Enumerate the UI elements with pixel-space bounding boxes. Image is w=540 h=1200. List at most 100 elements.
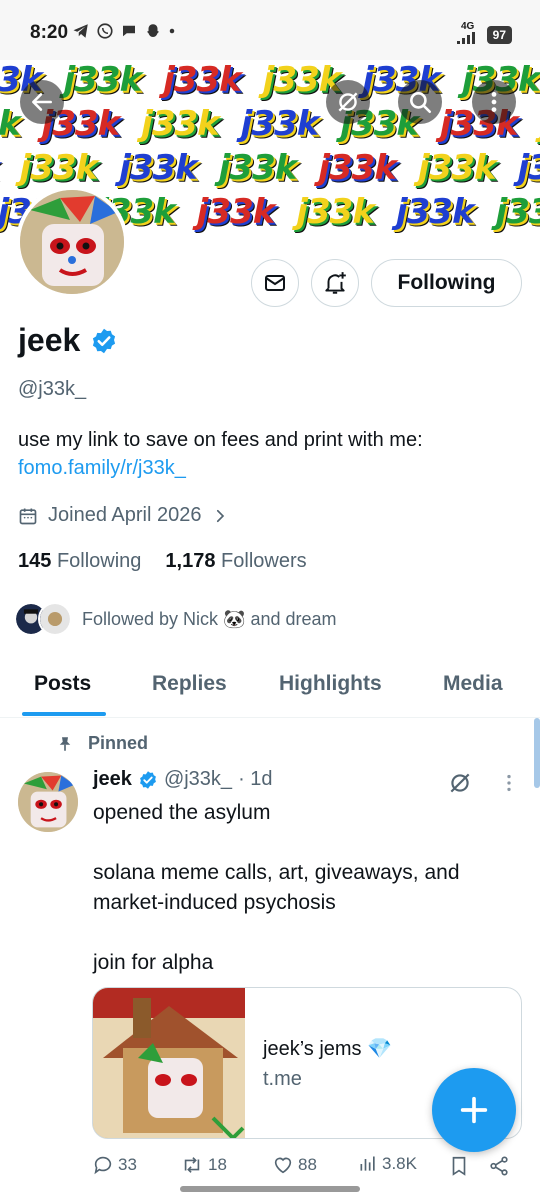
gesture-home-bar[interactable] [180, 1186, 360, 1192]
compose-post-button[interactable] [432, 1068, 516, 1152]
notification-icons [72, 22, 176, 40]
tab-highlights[interactable]: Highlights [279, 672, 382, 696]
post-more-options-icon[interactable] [498, 772, 520, 794]
banner-logo-text: j33k [296, 192, 375, 232]
battery-indicator: 97 [486, 25, 512, 44]
tab-media[interactable]: Media [443, 672, 503, 696]
followed-by-text: Followed by Nick 🐼 and dream [82, 608, 337, 629]
more-notifications-dot-icon [169, 28, 175, 34]
profile-avatar[interactable] [16, 186, 128, 298]
message-button[interactable] [251, 259, 299, 307]
tab-replies[interactable]: Replies [152, 672, 227, 696]
envelope-icon [265, 275, 285, 291]
views-count: 3.8K [382, 1154, 417, 1173]
reply-button[interactable]: 33 [92, 1154, 137, 1176]
network-type: 4G [460, 21, 475, 32]
banner-pattern-row: j33kj33kj33kj33kj33kj33kj33k [0, 104, 540, 144]
banner-logo-text: j33k [495, 192, 540, 232]
follow-counts: 145 Following 1,178 Followers [18, 550, 307, 573]
following-count-link[interactable]: 145 Following [18, 550, 141, 573]
mutual-avatars [14, 602, 72, 636]
pin-icon [59, 736, 71, 751]
grok-button[interactable] [326, 80, 370, 124]
profile-name-row: jeek [18, 322, 118, 359]
pinned-label-row: Pinned [56, 733, 148, 754]
banner-logo-text: j33k [240, 104, 320, 144]
search-button[interactable] [398, 80, 442, 124]
banner-logo-text: j33k [0, 148, 2, 188]
banner-logo-text: j33k [119, 148, 198, 188]
post-author-name[interactable]: jeek [93, 768, 132, 791]
verified-badge-icon[interactable] [90, 327, 118, 355]
bell-plus-icon [325, 272, 346, 294]
scrollbar-thumb[interactable] [534, 718, 540, 788]
reply-count: 33 [118, 1155, 137, 1174]
grok-icon [338, 92, 358, 112]
bio-link[interactable]: fomo.family/r/j33k_ [18, 454, 518, 482]
plus-icon [460, 1096, 488, 1124]
heart-icon [274, 1157, 292, 1174]
banner-pattern-row: j33kj33kj33kj33kj33kj33kj33k [0, 60, 540, 100]
views-button[interactable]: 3.8K [358, 1154, 417, 1174]
share-icon[interactable] [488, 1154, 510, 1178]
bookmark-icon[interactable] [448, 1154, 470, 1178]
notifications-subscribe-button[interactable] [311, 259, 359, 307]
banner-logo-text: j33k [141, 104, 220, 144]
network-indicator: 4G [456, 21, 479, 47]
snapchat-icon [147, 24, 159, 37]
asylum-house-thumbnail-image [93, 988, 245, 1138]
banner-logo-text: j33k [0, 104, 21, 144]
pinned-label: Pinned [88, 733, 149, 753]
vertical-dots-icon [491, 92, 497, 112]
banner-logo-text: j33k [196, 192, 276, 232]
whatsapp-icon [97, 23, 113, 39]
joined-date-row[interactable]: Joined April 2026 [18, 504, 229, 527]
back-button[interactable] [20, 80, 64, 124]
mutual-avatar-dream [38, 602, 72, 636]
followed-by-row[interactable]: Followed by Nick 🐼 and dream [14, 602, 337, 636]
status-time: 8:20 [30, 22, 69, 43]
system-status: 4G 97 [456, 21, 512, 47]
profile-bio: use my link to save on fees and print wi… [18, 426, 518, 482]
reply-bubble-icon [94, 1156, 112, 1175]
profile-name: jeek [18, 322, 81, 358]
card-thumbnail [93, 988, 245, 1138]
joined-date: Joined April 2026 [48, 504, 202, 526]
banner-logo-text: j33k [318, 148, 397, 188]
like-button[interactable]: 88 [272, 1154, 317, 1176]
verified-badge-icon [140, 770, 156, 789]
post-header: jeek @j33k_ · 1d [93, 768, 273, 791]
post-author-handle[interactable]: @j33k_ [164, 768, 232, 791]
following-count: 145 [18, 550, 52, 572]
tab-posts[interactable]: Posts [34, 672, 91, 696]
banner-logo-text: j33k [19, 148, 99, 188]
banner-logo-text: j33k [536, 104, 540, 144]
card-title: jeek’s jems 💎 [263, 1038, 393, 1060]
telegram-icon [73, 24, 88, 38]
banner-pattern-row: j33kj33kj33kj33kj33kj33kj33k [0, 148, 540, 188]
chevron-right-icon [217, 509, 225, 522]
banner-logo-text: j33k [417, 148, 497, 188]
following-button[interactable]: Following [371, 259, 522, 307]
banner-logo-text: j33k [163, 60, 242, 100]
search-icon [410, 92, 432, 114]
following-label: Following [56, 550, 142, 572]
repost-count: 18 [208, 1155, 227, 1174]
active-tab-indicator [22, 712, 106, 716]
banner-logo-text: j33k [395, 192, 475, 232]
profile-handle: @j33k_ [18, 378, 87, 400]
jester-face-avatar-image [20, 190, 124, 294]
calendar-icon [19, 508, 37, 524]
post-time: · 1d [238, 768, 273, 790]
profile-tabs: Posts Replies Highlights Media [0, 660, 540, 718]
banner-logo-text: j33k [63, 60, 143, 100]
bio-text: use my link to save on fees and print wi… [18, 429, 423, 451]
like-count: 88 [298, 1155, 317, 1174]
repost-button[interactable]: 18 [180, 1154, 227, 1176]
followers-count-link[interactable]: 1,178 Followers [165, 550, 306, 573]
jester-face-post-avatar-image [18, 772, 78, 832]
grok-explain-icon[interactable] [447, 770, 473, 796]
more-options-button[interactable] [472, 80, 516, 124]
post-author-avatar[interactable] [18, 772, 78, 832]
chat-icon [123, 25, 135, 37]
